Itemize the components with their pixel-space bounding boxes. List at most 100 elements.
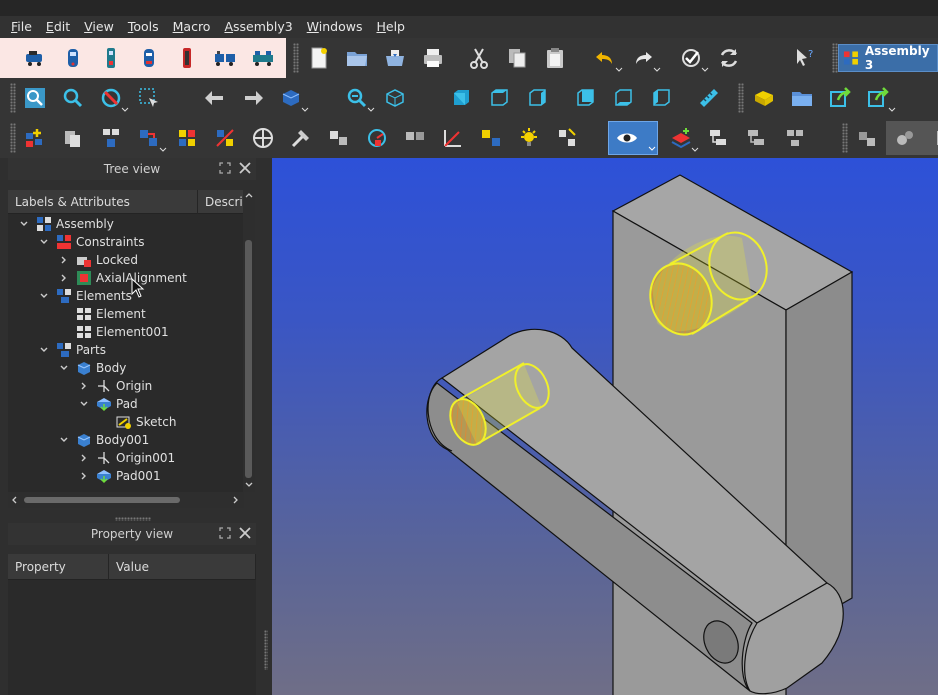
view-rear-icon[interactable]: [566, 81, 604, 115]
tree-item-axialalignment[interactable]: AxialAlignment: [58, 269, 187, 287]
view-right-icon[interactable]: [518, 81, 556, 115]
quick-solve-icon[interactable]: [320, 121, 358, 155]
show-elements-icon[interactable]: [548, 121, 586, 155]
toolbar-grip[interactable]: [293, 43, 299, 73]
wb-train-icon-2[interactable]: [244, 41, 282, 75]
axial-alignment-toolbar-icon[interactable]: [168, 121, 206, 155]
wb-train-icon-1[interactable]: [206, 41, 244, 75]
solve-icon[interactable]: [282, 121, 320, 155]
move-part-icon[interactable]: [130, 121, 168, 155]
chevron-right-icon[interactable]: [58, 254, 70, 266]
chevron-right-icon[interactable]: [78, 452, 90, 464]
tree-item-element001[interactable]: Element001: [58, 323, 169, 341]
draw-style-icon[interactable]: [92, 81, 130, 115]
view-top-icon[interactable]: [480, 81, 518, 115]
chevron-down-icon[interactable]: [38, 344, 50, 356]
scroll-left-icon[interactable]: [11, 496, 17, 504]
view-bottom-icon[interactable]: [604, 81, 642, 115]
tree-item-body001[interactable]: Body001: [58, 431, 149, 449]
tree-item-origin001[interactable]: Origin001: [78, 449, 175, 467]
tree-vertical-scrollbar[interactable]: [243, 190, 255, 492]
menu-view[interactable]: View: [77, 16, 121, 38]
close-panel-icon[interactable]: [238, 161, 252, 175]
toggle-visibility-icon[interactable]: [472, 121, 510, 155]
link-icon[interactable]: [821, 81, 859, 115]
redo-icon[interactable]: [624, 41, 662, 75]
trace-icon[interactable]: [358, 121, 396, 155]
float-panel-icon[interactable]: [218, 526, 232, 540]
tree-scroll-thumb[interactable]: [245, 240, 252, 478]
property-column-value[interactable]: Value: [109, 554, 256, 580]
fit-selection-icon[interactable]: [54, 81, 92, 115]
menu-tools[interactable]: Tools: [121, 16, 166, 38]
wb-railcar-icon-3[interactable]: [130, 41, 168, 75]
menu-help[interactable]: Help: [369, 16, 412, 38]
new-element-icon[interactable]: [54, 121, 92, 155]
wb-railcar-icon-1[interactable]: [54, 41, 92, 75]
tree-view[interactable]: Assembly Constraints Locked AxialAlignment E…: [8, 214, 244, 492]
new-assembly-icon[interactable]: [16, 121, 54, 155]
chevron-down-icon[interactable]: [78, 398, 90, 410]
chevron-down-icon[interactable]: [38, 236, 50, 248]
3d-viewport[interactable]: [272, 158, 938, 695]
tree-item-pad[interactable]: Pad: [78, 395, 138, 413]
refresh-icon[interactable]: [710, 41, 748, 75]
menu-assembly3[interactable]: Assembly3: [217, 16, 299, 38]
chevron-right-icon[interactable]: [78, 470, 90, 482]
bounding-box-icon[interactable]: [130, 81, 168, 115]
panel-splitter[interactable]: [115, 517, 151, 521]
chevron-right-icon[interactable]: [78, 380, 90, 392]
tree-item-sketch[interactable]: Sketch: [98, 413, 176, 431]
toolbar-grip[interactable]: [738, 83, 744, 113]
workbench-selector[interactable]: Assembly 3: [838, 44, 938, 72]
lock-mover-icon[interactable]: [396, 121, 434, 155]
chevron-right-icon[interactable]: [58, 272, 70, 284]
add-constraint-icon[interactable]: [244, 121, 282, 155]
menu-file[interactable]: File: [4, 16, 39, 38]
vertical-splitter[interactable]: [264, 630, 268, 670]
scroll-down-icon[interactable]: [245, 482, 253, 488]
more-tools-icon[interactable]: [924, 121, 938, 155]
close-panel-icon[interactable]: [238, 526, 252, 540]
visibility-eye-icon[interactable]: [608, 121, 658, 155]
tree-item-body[interactable]: Body: [58, 359, 126, 377]
measure-ruler-icon[interactable]: [690, 81, 728, 115]
back-arrow-icon[interactable]: [196, 81, 234, 115]
highlight-lamp-icon[interactable]: [510, 121, 548, 155]
property-table[interactable]: [8, 580, 256, 695]
tree-item-element[interactable]: Element: [58, 305, 146, 323]
chevron-down-icon[interactable]: [18, 218, 30, 230]
view-front-icon[interactable]: [442, 81, 480, 115]
chevron-down-icon[interactable]: [38, 290, 50, 302]
goto-linked-icon[interactable]: [738, 121, 776, 155]
view-isometric-icon[interactable]: [376, 81, 414, 115]
cut-icon[interactable]: [460, 41, 498, 75]
menu-edit[interactable]: Edit: [39, 16, 77, 38]
zoom-icon[interactable]: [338, 81, 376, 115]
print-icon[interactable]: [414, 41, 452, 75]
tree-hscroll-thumb[interactable]: [24, 497, 180, 503]
paste-icon[interactable]: [536, 41, 574, 75]
wb-railcar-icon-2[interactable]: [92, 41, 130, 75]
tree-item-parts[interactable]: Parts: [38, 341, 106, 359]
goto-relation-icon[interactable]: [700, 121, 738, 155]
add-workplane-icon[interactable]: [662, 121, 700, 155]
tree-item-pad001[interactable]: Pad001: [78, 467, 161, 485]
lock-part-icon[interactable]: [848, 121, 886, 155]
save-icon[interactable]: [376, 41, 414, 75]
fixed-part-icon[interactable]: [886, 121, 924, 155]
chevron-down-icon[interactable]: [58, 362, 70, 374]
tree-item-constraints[interactable]: Constraints: [38, 233, 144, 251]
tree-item-origin[interactable]: Origin: [78, 377, 152, 395]
new-file-icon[interactable]: [300, 41, 338, 75]
wb-railcar-icon-4[interactable]: [168, 41, 206, 75]
sync-view-icon[interactable]: [272, 81, 310, 115]
copy-icon[interactable]: [498, 41, 536, 75]
tree-horizontal-scrollbar[interactable]: [8, 492, 244, 508]
fit-all-icon[interactable]: [16, 81, 54, 115]
scroll-up-icon[interactable]: [245, 192, 253, 198]
plane-coincident-icon[interactable]: [206, 121, 244, 155]
wb-locomotive-icon-1[interactable]: [16, 41, 54, 75]
tree-item-elements[interactable]: Elements: [38, 287, 132, 305]
view-left-icon[interactable]: [642, 81, 680, 115]
